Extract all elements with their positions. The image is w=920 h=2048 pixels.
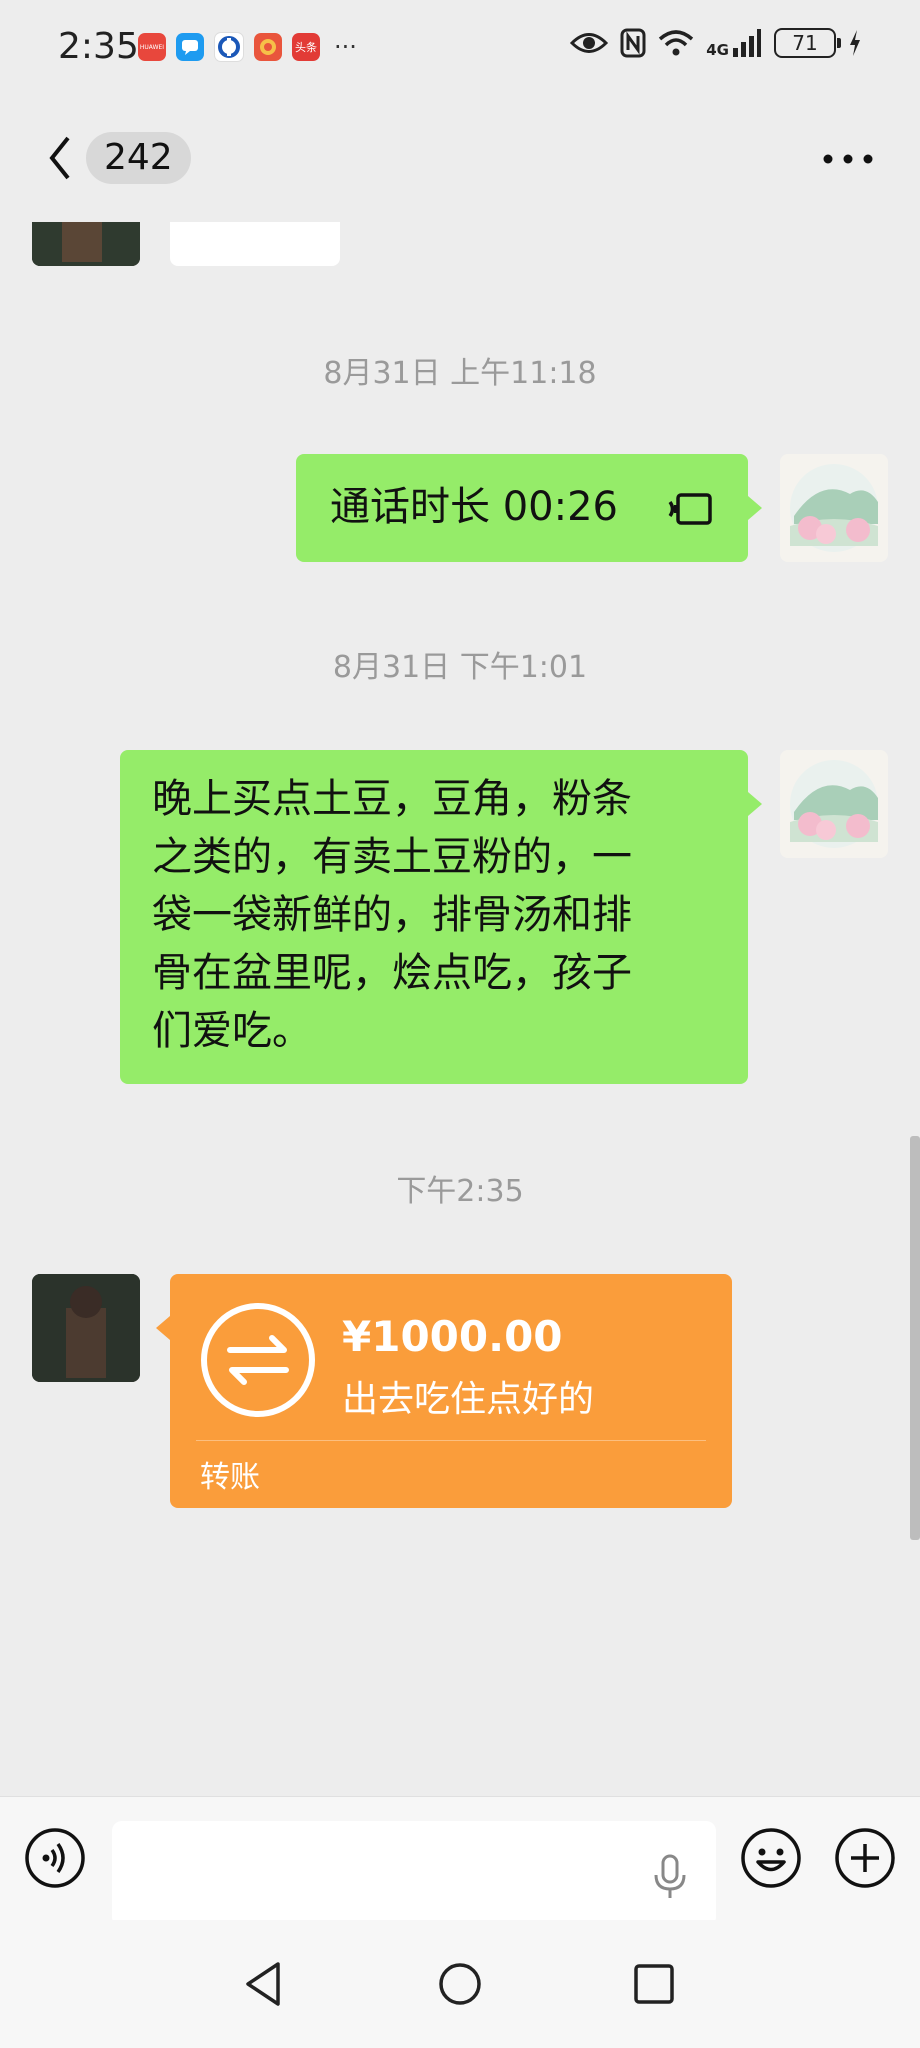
more-options-icon[interactable] bbox=[818, 144, 878, 174]
system-navigation-bar bbox=[0, 1920, 920, 2048]
nav-back-icon[interactable] bbox=[234, 1954, 294, 2014]
bubble-tail bbox=[156, 1316, 170, 1340]
status-time: 2:35 bbox=[58, 26, 139, 67]
call-duration-text: 通话时长 00:26 bbox=[330, 484, 618, 530]
unread-count-badge[interactable]: 242 bbox=[86, 132, 191, 184]
transfer-card[interactable]: ¥1000.00 出去吃住点好的 转账 bbox=[170, 1274, 732, 1508]
long-message-text: 晚上买点土豆，豆角，粉条 之类的，有卖土豆粉的，一 袋一袋新鲜的，排骨汤和排 骨… bbox=[152, 770, 732, 1060]
wifi-icon bbox=[659, 30, 694, 56]
input-bar bbox=[0, 1796, 920, 1927]
peer-avatar[interactable] bbox=[32, 1274, 140, 1382]
plus-icon[interactable] bbox=[834, 1827, 896, 1889]
transfer-amount: ¥1000.00 bbox=[342, 1312, 563, 1361]
emoji-icon[interactable] bbox=[740, 1827, 802, 1889]
my-avatar[interactable] bbox=[780, 750, 888, 858]
message-list[interactable]: 1年班 8月31日 上午11:18 通话时长 00:26 8月31日 下午1:0… bbox=[0, 222, 920, 1796]
peer-message-bubble[interactable]: 1年班 bbox=[170, 222, 340, 266]
timestamp: 8月31日 上午11:18 bbox=[323, 356, 597, 391]
voice-input-icon[interactable] bbox=[24, 1827, 86, 1889]
more-notifications-icon: ··· bbox=[334, 33, 357, 61]
bank-app-icon bbox=[214, 32, 244, 62]
game-app-icon bbox=[254, 33, 282, 61]
system-status: 4G 71 bbox=[570, 28, 862, 58]
message-line: 晚上买点土豆，豆角，粉条 bbox=[152, 776, 632, 822]
message-line: 们爱吃。 bbox=[152, 1008, 312, 1054]
charging-icon bbox=[850, 30, 860, 56]
nav-home-icon[interactable] bbox=[430, 1954, 490, 2014]
transfer-note: 出去吃住点好的 bbox=[342, 1379, 595, 1420]
bubble-tail bbox=[748, 496, 762, 520]
message-app-icon bbox=[176, 33, 204, 61]
transfer-label: 转账 bbox=[200, 1460, 260, 1495]
call-record-bubble[interactable]: 通话时长 00:26 bbox=[296, 454, 748, 562]
message-line: 骨在盆里呢，烩点吃，孩子 bbox=[152, 950, 632, 996]
call-icon bbox=[668, 493, 712, 525]
battery-indicator: 71 bbox=[774, 28, 841, 58]
message-line: 袋一袋新鲜的，排骨汤和排 bbox=[152, 892, 632, 938]
signal-icon bbox=[733, 29, 761, 57]
microphone-icon[interactable] bbox=[650, 1853, 690, 1901]
status-bar: 2:35 HUAWEI 头条 ··· 4G 71 bbox=[0, 0, 920, 96]
message-input[interactable] bbox=[112, 1821, 716, 1927]
peer-message-text: 1年班 bbox=[206, 222, 311, 234]
bubble-tail bbox=[748, 792, 762, 816]
toutiao-app-icon: 头条 bbox=[292, 33, 320, 61]
back-chevron-icon[interactable] bbox=[40, 130, 80, 186]
transfer-icon bbox=[201, 1303, 315, 1417]
huawei-app-icon: HUAWEI bbox=[138, 33, 166, 61]
notification-icons: HUAWEI 头条 ··· bbox=[138, 32, 357, 62]
peer-avatar[interactable] bbox=[32, 222, 140, 266]
my-avatar[interactable] bbox=[780, 454, 888, 562]
chat-header: 242 bbox=[0, 96, 920, 222]
nfc-icon bbox=[620, 28, 646, 58]
nav-recents-icon[interactable] bbox=[624, 1954, 684, 2014]
eye-icon bbox=[570, 33, 609, 53]
timestamp: 8月31日 下午1:01 bbox=[332, 650, 588, 685]
scrollbar[interactable] bbox=[910, 1136, 920, 1540]
network-type: 4G bbox=[706, 41, 729, 59]
long-message-bubble[interactable]: 晚上买点土豆，豆角，粉条 之类的，有卖土豆粉的，一 袋一袋新鲜的，排骨汤和排 骨… bbox=[120, 750, 748, 1084]
message-line: 之类的，有卖土豆粉的，一 bbox=[152, 834, 632, 880]
timestamp: 下午2:35 bbox=[396, 1174, 524, 1209]
transfer-divider bbox=[196, 1440, 706, 1441]
